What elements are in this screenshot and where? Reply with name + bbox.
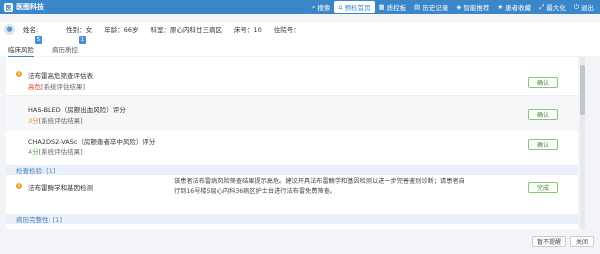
patient-gender: 性别：女 <box>66 26 93 34</box>
history-icon: ▤ <box>414 2 421 11</box>
risk-result-value: 4分 <box>28 148 39 156</box>
search-icon: ⌕ <box>311 2 316 11</box>
nav-item-history[interactable]: ▤ 历史记录 <box>410 1 452 13</box>
app-title: 医图科技 <box>16 3 44 11</box>
tab-count-badge: 1 <box>79 36 86 44</box>
tab-clinical-risk[interactable]: 临床风险 5 <box>8 36 42 57</box>
nav-item-label: 智能推荐 <box>463 4 490 12</box>
app-logo: 医 医图科技 <box>0 2 120 12</box>
patient-bed: 床号：10 <box>233 26 262 34</box>
nav-item-board[interactable]: ▦ 质控板 <box>375 1 411 13</box>
scrollbar[interactable] <box>580 57 585 229</box>
nav-item-label: 历史记录 <box>422 4 449 12</box>
nav-item-search[interactable]: ⌕ 搜索 <box>308 1 335 13</box>
quality-section-header[interactable]: 病历完整性: [1] <box>6 214 578 224</box>
tab-record-quality[interactable]: 病历质控 1 <box>52 36 86 54</box>
exam-description-line: 行到16号楼5层心内科36病区护士台进行法布雷免费筛查。 <box>174 188 336 195</box>
risk-result: 3分[系统评估结果] <box>28 115 83 125</box>
footer: 暂不提醒 关闭 <box>0 230 600 254</box>
exam-section-header[interactable]: 检查检验: [1] <box>6 165 578 175</box>
exam-description-line: 该患者法布雷病风险筛查结果提示高危。建议开具法布雷酶学和基因检测以进一步完善鉴别… <box>174 178 465 185</box>
content-panel: ! 法布雷高危筛查评估表 高危[系统评估结果] 确认 HAS-BLED（房颤出血… <box>6 57 578 229</box>
risk-title: 法布雷高危筛查评估表 <box>28 72 93 80</box>
logo-icon: 医 <box>4 2 13 12</box>
nav-item-label: 退出 <box>581 4 594 12</box>
list-item: ! 法布雷高危筛查评估表 高危[系统评估结果] 确认 <box>6 65 578 95</box>
nav-item-home[interactable]: ⌂ 预检首页 <box>334 1 375 13</box>
nav-item-label: 预检首页 <box>344 4 371 12</box>
risk-result-note: [系统评估结果] <box>38 148 83 156</box>
risk-title: CHA2DS2-VASc（房颤患者卒中风险）评分 <box>28 138 156 146</box>
dismiss-button[interactable]: 暂不提醒 <box>532 236 566 247</box>
nav-item-label: 最大化 <box>546 4 566 12</box>
patient-age: 年龄：66岁 <box>104 26 139 34</box>
risk-result-note: [系统评估结果] <box>41 83 86 91</box>
risk-title: HAS-BLED（房颤出血风险）评分 <box>28 106 126 114</box>
recommend-icon: ◈ <box>456 2 462 11</box>
nav-item-recommend[interactable]: ◈ 智能推荐 <box>452 1 493 13</box>
maximize-icon: ⤢ <box>539 2 545 11</box>
warning-icon: ! <box>16 183 22 189</box>
star-icon: ★ <box>497 2 504 11</box>
list-item: ! 法布雷酶学和基因检测 该患者法布雷病风险筛查结果提示高危。建议开具法布雷酶学… <box>6 176 578 206</box>
exam-description: 该患者法布雷病风险筛查结果提示高危。建议开具法布雷酶学和基因检测以进一步完善鉴别… <box>174 177 504 197</box>
nav-item-exit[interactable]: ⏻ 退出 <box>570 1 598 13</box>
risk-result-value: 3分 <box>28 117 39 125</box>
nav-item-label: 患者收藏 <box>505 4 532 12</box>
nav-item-maximize[interactable]: ⤢ 最大化 <box>535 1 570 13</box>
scrollbar-thumb[interactable] <box>580 65 585 115</box>
patient-name: 姓名: <box>23 26 39 34</box>
list-item: CHA2DS2-VASc（房颤患者卒中风险）评分 4分[系统评估结果] 确认 <box>6 131 578 161</box>
confirm-button[interactable]: 确认 <box>528 77 558 88</box>
patient-admission-no: 住院号： <box>273 26 300 34</box>
close-button[interactable]: 关闭 <box>570 236 594 247</box>
risk-result-value: 高危 <box>28 83 41 91</box>
patient-dept: 科室：原心内科廿三病区 <box>150 26 222 34</box>
list-item: HAS-BLED（房颤出血风险）评分 3分[系统评估结果] 确认 <box>6 96 578 131</box>
patient-info-bar: ● 姓名: 性别：女 年龄：66岁 科室：原心内科廿三病区 床号：10 住院号： <box>0 22 600 36</box>
exam-title: 法布雷酶学和基因检测 <box>28 184 93 192</box>
board-icon: ▦ <box>378 2 385 11</box>
risk-result: 高危[系统评估结果] <box>28 81 85 91</box>
risk-result: 4分[系统评估结果] <box>28 146 83 156</box>
nav-item-label: 搜索 <box>317 4 331 12</box>
tab-label: 临床风险 <box>8 46 34 54</box>
nav-item-star[interactable]: ★ 患者收藏 <box>493 1 535 13</box>
complete-button[interactable]: 完成 <box>528 182 558 193</box>
confirm-button[interactable]: 确认 <box>528 109 558 120</box>
tab-count-badge: 5 <box>35 36 42 44</box>
top-bar: 医 医图科技 ⌕ 搜索 ⌂ 预检首页 ▦ 质控板 ▤ 历史记录 ◈ 智能推荐 ★ 患者收藏 ⤢ 最大化 ⏻ 退… <box>0 0 600 14</box>
top-nav: ⌕ 搜索 ⌂ 预检首页 ▦ 质控板 ▤ 历史记录 ◈ 智能推荐 ★ 患者收藏 ⤢ 最大化 ⏻ 退出 <box>308 0 598 14</box>
risk-result-note: [系统评估结果] <box>38 117 83 125</box>
confirm-button[interactable]: 确认 <box>528 139 558 150</box>
patient-avatar-icon: ● <box>4 23 15 35</box>
tab-label: 病历质控 <box>52 46 78 54</box>
home-icon: ⌂ <box>338 2 343 11</box>
warning-icon: ! <box>16 71 22 77</box>
exit-icon: ⏻ <box>573 2 579 11</box>
tab-bar: 临床风险 5 病历质控 1 <box>0 36 600 57</box>
nav-item-label: 质控板 <box>386 4 407 12</box>
